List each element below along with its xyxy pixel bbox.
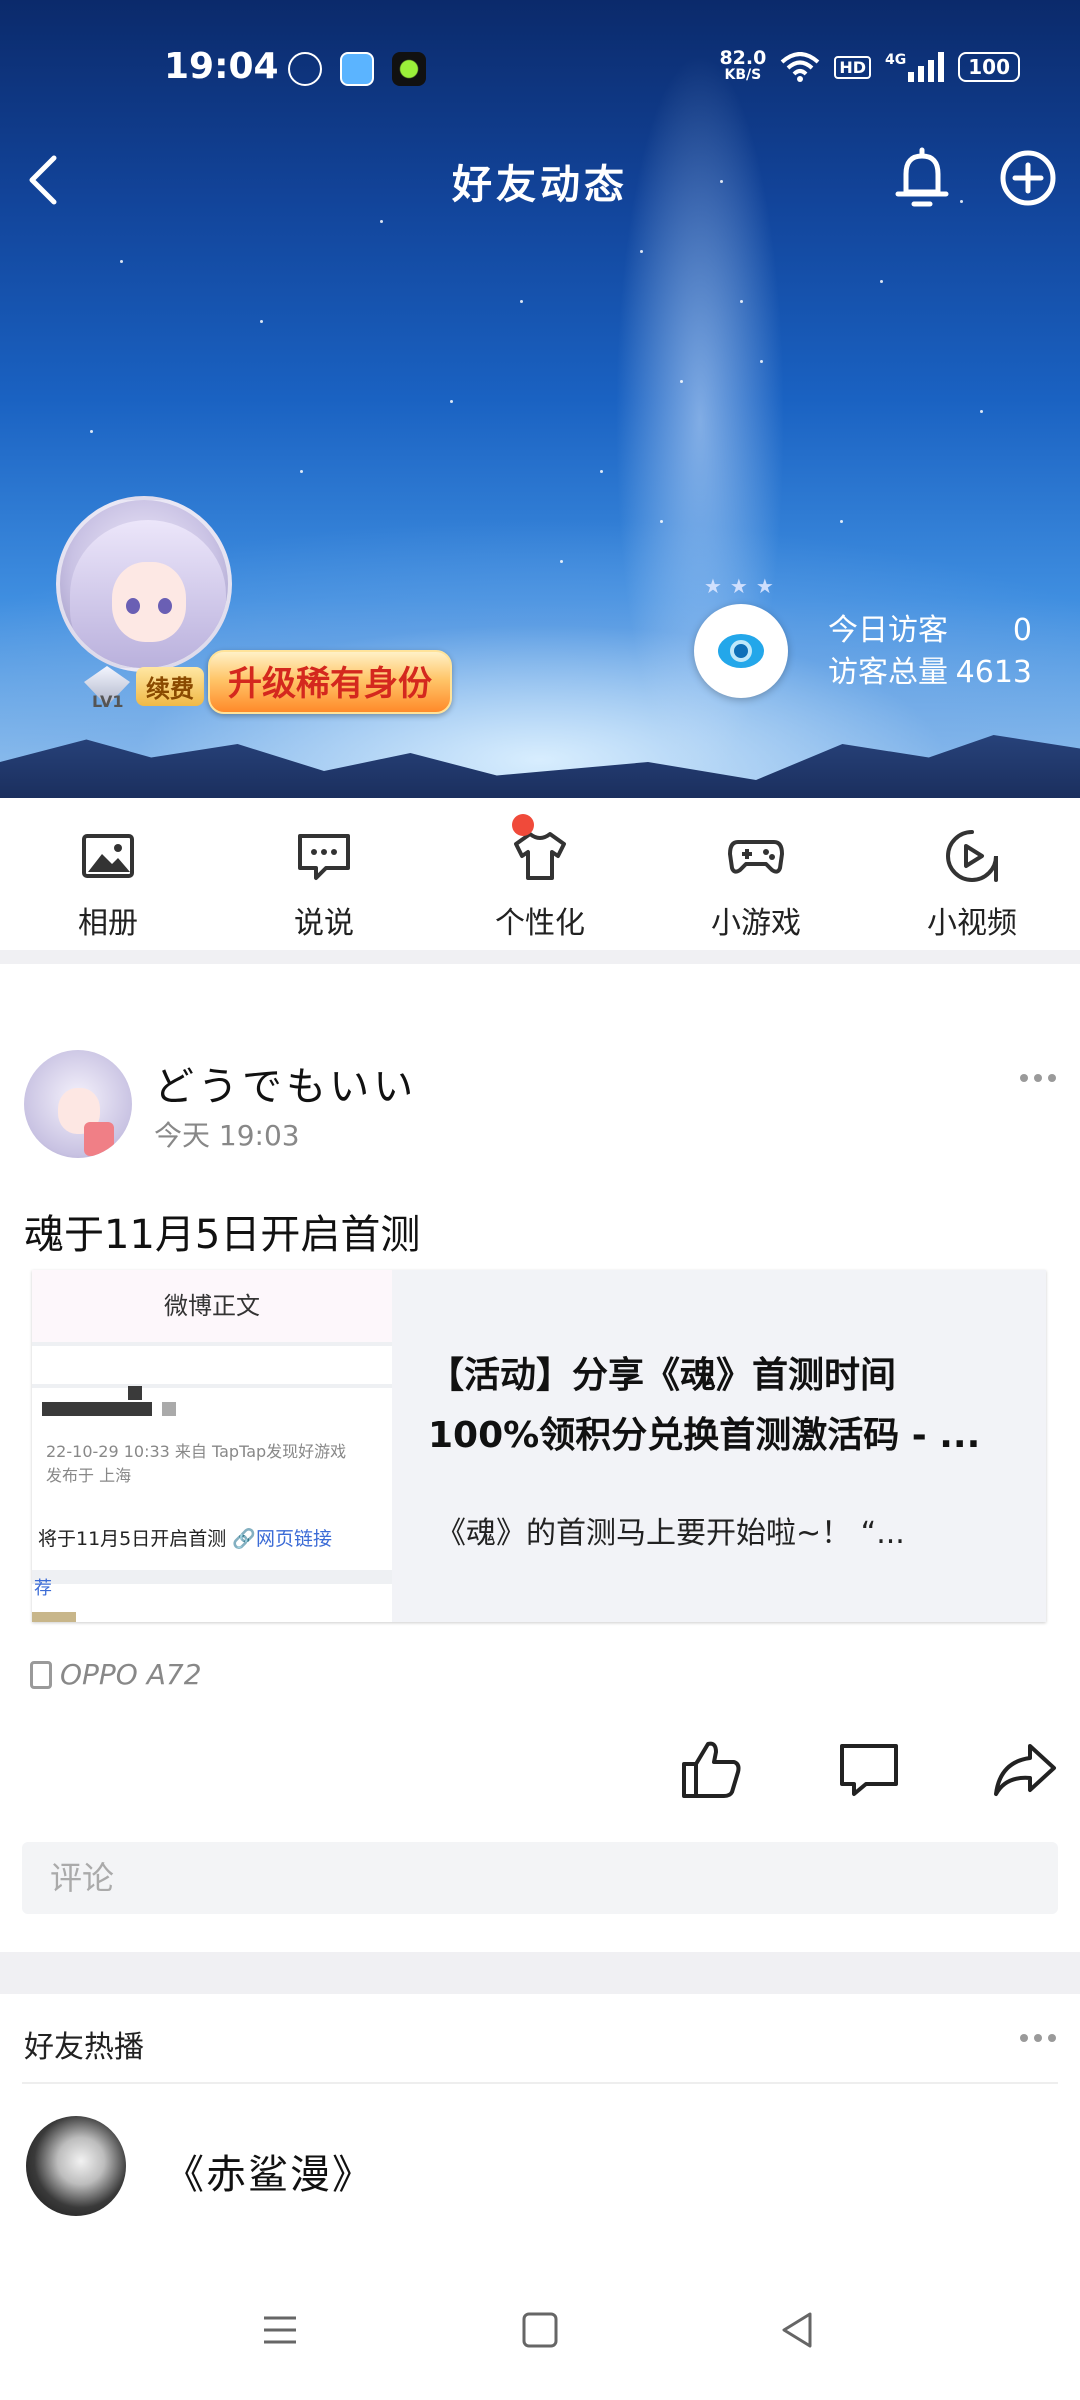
feed-post: どうでもいい 今天 19:03 魂于11月5日开启首测 微博正文 22-10-2… (0, 990, 1080, 1946)
like-icon[interactable] (678, 1736, 744, 1802)
visitors-total-value: 4613 (955, 655, 1032, 690)
status-bar: 19:04 82.0 KB/S HD 4G 100 (0, 42, 1080, 102)
thumbnail-location: 发布于 上海 (46, 1466, 132, 1485)
network-speed: 82.0 KB/S (719, 47, 767, 84)
home-square-icon[interactable] (518, 2308, 562, 2352)
status-time: 19:04 (164, 46, 279, 87)
more-options-icon[interactable] (1018, 1072, 1058, 1084)
renew-button[interactable]: 续费 (136, 666, 204, 706)
quick-nav-label: 说说 (294, 906, 354, 941)
upgrade-identity-button[interactable]: 升级稀有身份 (208, 650, 452, 714)
section-title: 好友热播 (24, 2030, 144, 2065)
thumbnail-header: 微博正文 (32, 1270, 392, 1342)
quick-nav-personalize[interactable]: 个性化 (432, 798, 648, 950)
link-description: 《魂》的首测马上要开始啦~！ “... (436, 1516, 905, 1551)
mountain-silhouette (0, 735, 1080, 798)
quick-nav-shuoshuo[interactable]: 说说 (216, 798, 432, 950)
visitors-today-label: 今日访客 (828, 613, 948, 648)
quick-nav-minigames[interactable]: 小游戏 (648, 798, 864, 950)
quick-nav-album[interactable]: 相册 (0, 798, 216, 950)
plus-circle-icon[interactable] (998, 148, 1058, 208)
bell-icon[interactable] (892, 146, 952, 210)
top-navigation: 好友动态 (0, 140, 1080, 220)
post-avatar[interactable] (24, 1050, 132, 1158)
profile-avatar[interactable] (56, 496, 232, 672)
visitor-stats[interactable]: 今日访客 0 访客总量 4613 (828, 610, 1032, 694)
post-timestamp: 今天 19:03 (154, 1119, 300, 1152)
quick-nav: 相册 说说 个性化 小游戏 小视频 (0, 798, 1080, 950)
quick-nav-shortvideo[interactable]: 小视频 (864, 798, 1080, 950)
shared-link-card[interactable]: 微博正文 22-10-29 10:33 来自 TapTap发现好游戏 发布于 上… (32, 1270, 1046, 1622)
battery-indicator: 100 (958, 52, 1020, 82)
tshirt-icon (514, 832, 566, 880)
green-dot-app-icon (392, 52, 426, 86)
divider (22, 2082, 1058, 2084)
photo-icon (82, 834, 134, 878)
device-source: OPPO A72 (30, 1658, 202, 1691)
quick-nav-label: 小游戏 (711, 906, 801, 941)
phone-icon (30, 1660, 52, 1689)
quick-nav-label: 小视频 (927, 906, 1017, 941)
visitors-total-label: 访客总量 (828, 655, 948, 690)
play-circle-icon (946, 830, 998, 882)
section-divider (0, 950, 1080, 964)
menu-icon[interactable] (258, 2308, 302, 2352)
link-thumbnail: 微博正文 22-10-29 10:33 来自 TapTap发现好游戏 发布于 上… (32, 1270, 392, 1622)
system-navigation-bar (0, 2264, 1080, 2400)
link-title: 【活动】分享《魂》首测时间 100%领积分兑换首测激活码 - ... (428, 1355, 981, 1456)
hot-item-avatar[interactable] (26, 2116, 126, 2216)
post-username[interactable]: どうでもいい (154, 1054, 417, 1112)
quick-nav-label: 个性化 (495, 906, 585, 941)
signal-bars-icon (908, 52, 945, 82)
post-actions (0, 1736, 1080, 1808)
gamepad-icon (728, 840, 784, 874)
stars-decoration: ★★★ (704, 574, 782, 598)
back-triangle-icon[interactable] (776, 2308, 820, 2352)
friends-hot-section: 好友热播 《赤鲨漫》 (0, 1994, 1080, 2264)
comment-input[interactable]: 评论 (22, 1842, 1058, 1914)
web-link: 🔗网页链接 (232, 1528, 332, 1550)
vip-level-badge[interactable]: LV1 续费 (84, 666, 204, 711)
hd-voice-badge: HD (834, 55, 872, 79)
visitor-eye-icon[interactable] (694, 604, 788, 698)
device-name: OPPO A72 (60, 1658, 202, 1691)
hot-item-name[interactable]: 《赤鲨漫》 (164, 2142, 374, 2200)
share-icon[interactable] (992, 1736, 1058, 1802)
wifi-icon (781, 52, 820, 82)
level-label: LV1 (92, 692, 124, 711)
thumbnail-recommend: 荐 (34, 1578, 52, 1599)
quick-nav-label: 相册 (78, 906, 138, 941)
network-type: 4G (885, 52, 907, 68)
chat-bubble-icon (298, 834, 350, 880)
comment-icon[interactable] (836, 1736, 902, 1802)
thumbnail-body: 将于11月5日开启首测 🔗网页链接 (38, 1528, 332, 1550)
post-content: 魂于11月5日开启首测 (24, 1212, 421, 1258)
thumbnail-meta: 22-10-29 10:33 来自 TapTap发现好游戏 (46, 1442, 347, 1461)
k-app-icon (288, 52, 322, 86)
section-divider (0, 1952, 1080, 1994)
app-notification-icon (340, 52, 374, 86)
profile-banner: 19:04 82.0 KB/S HD 4G 100 好友动态 LV1 续费 升级… (0, 0, 1080, 798)
notification-dot (512, 814, 534, 836)
more-options-icon[interactable] (1018, 2032, 1058, 2044)
visitors-today-value: 0 (1012, 613, 1032, 648)
